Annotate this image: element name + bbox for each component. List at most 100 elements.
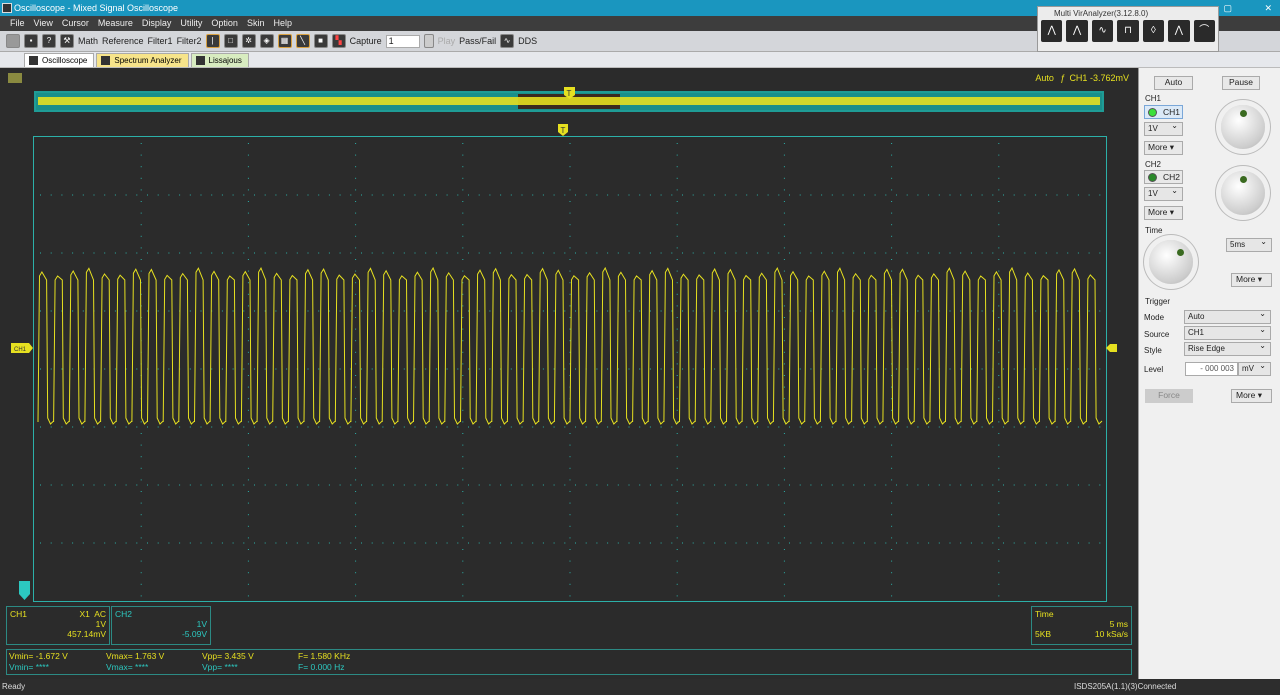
color-icon[interactable]: ▚ bbox=[331, 34, 346, 48]
filter-app-icon[interactable]: ⌒ bbox=[1193, 20, 1215, 42]
grid-dot bbox=[221, 194, 223, 196]
settings-icon[interactable]: ✲ bbox=[241, 34, 256, 48]
ch1-info-box[interactable]: CH1 X1 AC 1V 457.14mV bbox=[6, 606, 110, 645]
maximize-button[interactable]: ▢ bbox=[1223, 0, 1232, 16]
help-icon[interactable]: ? bbox=[42, 34, 56, 48]
passfail-button[interactable]: Pass/Fail bbox=[459, 36, 496, 46]
dds-button[interactable]: DDS bbox=[518, 36, 537, 46]
grid-dot bbox=[521, 542, 523, 544]
ch1-volt-knob[interactable] bbox=[1221, 105, 1265, 149]
grid-dot bbox=[355, 491, 357, 492]
menu-file[interactable]: File bbox=[10, 18, 25, 28]
dds-icon[interactable]: ∿ bbox=[500, 34, 515, 48]
grid-dot bbox=[247, 143, 249, 144]
ch2-volt-select[interactable]: 1V bbox=[1144, 185, 1183, 201]
pause-button[interactable]: Pause bbox=[1222, 76, 1260, 90]
save-icon[interactable]: ▪ bbox=[24, 34, 38, 48]
grid-dot bbox=[247, 572, 249, 574]
ch2-group-label: CH2 bbox=[1145, 160, 1162, 169]
grid-dot bbox=[462, 317, 464, 318]
auto-button[interactable]: Auto bbox=[1154, 76, 1193, 90]
grid-dot bbox=[457, 310, 459, 312]
oscilloscope-app-icon[interactable]: ⋀ bbox=[1041, 20, 1063, 42]
math-button[interactable]: Math bbox=[78, 36, 98, 46]
time-scale-select[interactable]: 5ms bbox=[1226, 236, 1272, 252]
grid-dot bbox=[275, 484, 277, 486]
force-button[interactable]: Force bbox=[1145, 389, 1193, 403]
menu-measure[interactable]: Measure bbox=[98, 18, 133, 28]
grid-dot bbox=[355, 351, 357, 353]
ch2-volt-knob[interactable] bbox=[1221, 171, 1265, 215]
grid-dot bbox=[970, 310, 972, 312]
menu-option[interactable]: Option bbox=[211, 18, 238, 28]
logic-app-icon[interactable]: ⊓ bbox=[1117, 20, 1139, 42]
time-knob[interactable] bbox=[1149, 240, 1193, 284]
grid-dot bbox=[328, 484, 330, 486]
grid-dot bbox=[61, 484, 63, 486]
dds-app-icon[interactable]: ◊ bbox=[1142, 20, 1165, 42]
trigger-source-select[interactable]: CH1 bbox=[1184, 324, 1271, 340]
grid-dot bbox=[1056, 368, 1058, 370]
analyzer-app-icon[interactable]: ⋀ bbox=[1168, 20, 1190, 42]
reference-button[interactable]: Reference bbox=[102, 36, 144, 46]
frame-icon[interactable]: □ bbox=[223, 34, 238, 48]
recorder-app-icon[interactable]: ∿ bbox=[1091, 20, 1114, 42]
close-button[interactable]: ✕ bbox=[1264, 0, 1272, 16]
trigger-level-input[interactable]: - 000 003 bbox=[1185, 362, 1238, 376]
menu-skin[interactable]: Skin bbox=[247, 18, 265, 28]
grid-dot bbox=[1088, 368, 1090, 370]
grid-dot bbox=[607, 252, 609, 254]
level-unit-select[interactable]: mV bbox=[1238, 360, 1271, 376]
menu-utility[interactable]: Utility bbox=[180, 18, 202, 28]
filter1-button[interactable]: Filter1 bbox=[148, 36, 173, 46]
grid-dot bbox=[998, 583, 1000, 585]
line-icon[interactable]: ╲ bbox=[295, 34, 310, 48]
grid-dot bbox=[140, 259, 142, 260]
menu-display[interactable]: Display bbox=[142, 18, 172, 28]
grid-dot bbox=[617, 368, 619, 370]
grid-dot bbox=[157, 252, 159, 254]
grid-dot bbox=[462, 154, 464, 156]
grid-dot bbox=[403, 542, 405, 544]
waveform-canvas[interactable]: T T CH1 bbox=[0, 68, 1137, 679]
menu-cursor[interactable]: Cursor bbox=[62, 18, 89, 28]
tool-icon[interactable]: ⚒ bbox=[60, 34, 74, 48]
knob-indicator bbox=[1240, 110, 1247, 117]
tab-lissajous[interactable]: Lissajous bbox=[190, 53, 249, 67]
probe-icon[interactable]: ◈ bbox=[259, 34, 274, 48]
grid-dot bbox=[853, 542, 855, 544]
spectrum-app-icon[interactable]: ⋀ bbox=[1066, 20, 1088, 42]
ch2-info-box[interactable]: CH2 1V -5.09V bbox=[111, 606, 211, 645]
grid-dot bbox=[783, 224, 785, 226]
stop-icon[interactable]: ■ bbox=[313, 34, 328, 48]
grid-dot bbox=[863, 368, 865, 370]
capture-dropdown-icon[interactable] bbox=[423, 34, 434, 48]
grid-dot bbox=[767, 194, 769, 196]
menu-help[interactable]: Help bbox=[273, 18, 292, 28]
trigger-mode-select[interactable]: Auto bbox=[1184, 308, 1271, 324]
ch2-more-button[interactable]: More ▾ bbox=[1144, 206, 1183, 220]
filter2-button[interactable]: Filter2 bbox=[177, 36, 202, 46]
time-info-box[interactable]: Time 5 ms 5KB 10 kSa/s bbox=[1031, 606, 1132, 645]
new-icon[interactable] bbox=[6, 34, 20, 48]
time-more-button[interactable]: More ▾ bbox=[1231, 273, 1272, 287]
ch1-more-button[interactable]: More ▾ bbox=[1144, 141, 1183, 155]
capture-input[interactable]: 1 bbox=[385, 34, 420, 48]
grid-dot bbox=[140, 201, 142, 202]
grid-dot bbox=[649, 252, 651, 254]
ch1-volt-select[interactable]: 1V bbox=[1144, 120, 1183, 136]
trigger-style-select[interactable]: Rise Edge bbox=[1184, 340, 1271, 356]
menu-view[interactable]: View bbox=[34, 18, 53, 28]
grid-dot bbox=[874, 252, 876, 254]
grid-dot bbox=[425, 426, 427, 428]
cursor-icon[interactable]: | bbox=[205, 34, 220, 48]
play-button[interactable]: Play bbox=[438, 36, 456, 46]
grid-dot bbox=[462, 525, 464, 527]
grid-dot bbox=[938, 484, 940, 486]
grid-dot bbox=[767, 310, 769, 312]
tab-spectrum-analyzer[interactable]: Spectrum Analyzer bbox=[96, 53, 189, 67]
grid-dot bbox=[254, 368, 255, 370]
display-icon[interactable]: ▦ bbox=[277, 34, 292, 48]
tab-oscilloscope[interactable]: Oscilloscope bbox=[24, 53, 95, 67]
trigger-more-button[interactable]: More ▾ bbox=[1231, 389, 1272, 403]
